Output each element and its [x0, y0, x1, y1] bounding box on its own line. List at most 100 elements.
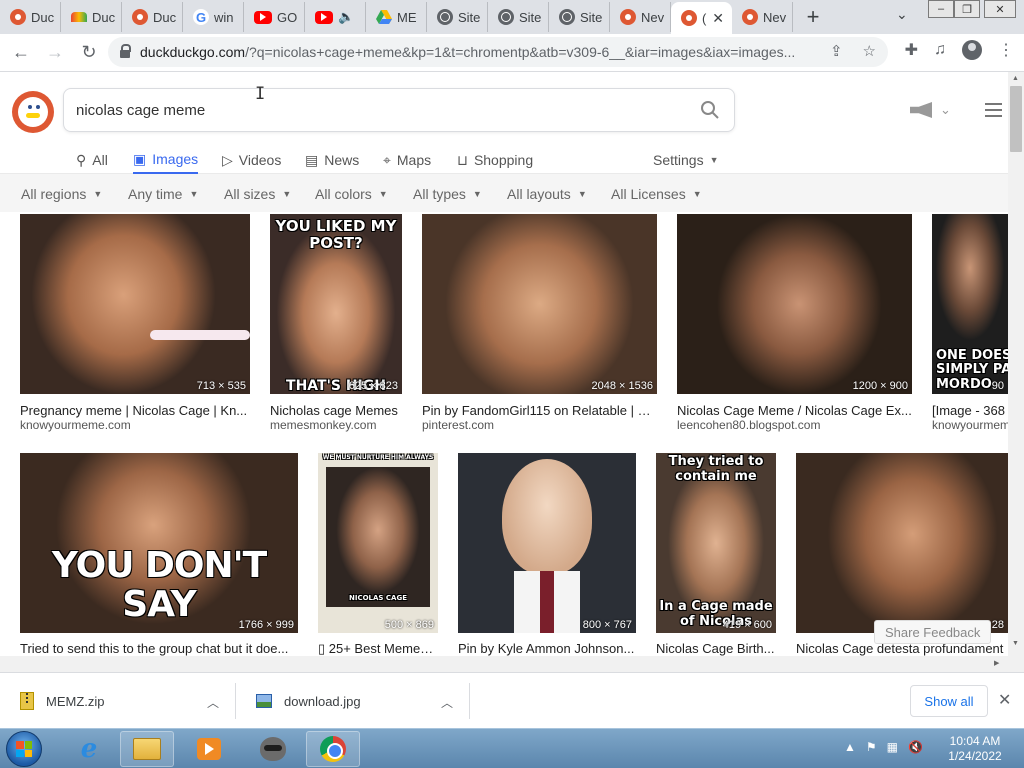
reload-button[interactable]: ↻ [72, 36, 106, 70]
tab-images[interactable]: ▣ Images [133, 146, 199, 174]
browser-tab[interactable]: Site [488, 2, 549, 32]
filter-color[interactable]: All colors ▼ [315, 186, 388, 202]
media-control-icon[interactable]: ♫ [934, 41, 946, 59]
browser-tab[interactable]: Site [549, 2, 610, 32]
action-center-flag-icon[interactable]: ⚑ [866, 740, 877, 754]
browser-tab[interactable]: Gwin [183, 2, 244, 32]
tab-maps[interactable]: ⌖ Maps [383, 146, 431, 174]
image-result[interactable]: 800 × 767 Pin by Kyle Ammon Johnson... [458, 453, 636, 656]
image-result[interactable]: YOU DON'T SAY 1766 × 999 Tried to send t… [20, 453, 298, 656]
filter-license[interactable]: All Licenses ▼ [611, 186, 702, 202]
result-thumbnail[interactable]: They tried to contain me In a Cage made … [656, 453, 776, 633]
download-item[interactable]: download.jpg ︿ [236, 683, 470, 719]
download-item[interactable]: MEMZ.zip ︿ [0, 683, 236, 719]
result-thumbnail[interactable]: WE MUST NURTURE HIM ALWAYS NICOLAS CAGE … [318, 453, 438, 633]
browser-tab[interactable]: Site [427, 2, 488, 32]
youtube-icon [315, 10, 333, 24]
result-thumbnail[interactable]: 2048 × 1536 [422, 214, 657, 394]
bookmark-star-icon[interactable]: ☆ [863, 42, 876, 60]
search-icon[interactable] [700, 100, 720, 120]
tab-strip: Duc Duc Duc Gwin GO 🔈 ME Site Site Site … [0, 0, 1024, 34]
scroll-up-arrow-icon[interactable]: ▲ [1012, 75, 1019, 82]
filter-size[interactable]: All sizes ▼ [224, 186, 291, 202]
internet-explorer-icon[interactable]: e [62, 731, 116, 767]
address-bar[interactable]: duckduckgo.com/?q=nicolas+cage+meme&kp=1… [108, 37, 888, 67]
result-thumbnail[interactable]: 1200 × 900 [677, 214, 912, 394]
horizontal-scrollbar[interactable]: ▶ [0, 656, 1008, 672]
scroll-right-arrow-icon[interactable]: ▶ [994, 659, 999, 667]
start-button[interactable] [6, 731, 42, 767]
chevron-up-icon[interactable]: ︿ [207, 694, 219, 711]
image-result[interactable]: 2048 × 1536 Pin by FandomGirl115 on Rela… [422, 214, 657, 434]
scroll-down-arrow-icon[interactable]: ▼ [1012, 640, 1019, 647]
image-result[interactable]: YOU LIKED MY POST? THAT'S HIGH 625 × 823… [270, 214, 402, 434]
close-window-button[interactable]: ✕ [984, 0, 1016, 18]
back-button[interactable]: ← [4, 36, 38, 70]
minimize-button[interactable]: – [928, 0, 954, 18]
chevron-down-icon[interactable]: ⌄ [940, 102, 951, 118]
tab-search-chevron-icon[interactable]: ⌄ [896, 6, 908, 23]
image-result[interactable]: They tried to contain me In a Cage made … [656, 453, 776, 656]
new-tab-button[interactable]: + [793, 2, 833, 32]
volume-muted-icon[interactable]: 🔇 [908, 740, 923, 754]
browser-tab[interactable]: Duc [61, 2, 122, 32]
file-explorer-icon[interactable] [120, 731, 174, 767]
download-bar: MEMZ.zip ︿ download.jpg ︿ Show all ✕ [0, 672, 1024, 728]
browser-tab[interactable]: Nev [610, 2, 671, 32]
result-thumbnail[interactable]: YOU DON'T SAY 1766 × 999 [20, 453, 298, 633]
media-player-icon[interactable] [182, 731, 236, 767]
filter-type[interactable]: All types ▼ [413, 186, 482, 202]
network-icon[interactable]: ▦ [887, 740, 898, 754]
raccoon-app-icon[interactable] [246, 731, 300, 767]
browser-tab[interactable]: ME [366, 2, 427, 32]
tab-shopping[interactable]: ⊔ Shopping [457, 146, 533, 174]
chevron-up-icon[interactable]: ︿ [441, 694, 453, 711]
tab-videos[interactable]: ▷ Videos [222, 146, 281, 174]
filter-region[interactable]: All regions ▼ [21, 186, 102, 202]
caret-down-icon: ▼ [577, 189, 587, 199]
close-icon[interactable]: ✕ [998, 690, 1011, 710]
duckduckgo-icon [681, 10, 697, 26]
result-thumbnail[interactable]: YOU LIKED MY POST? THAT'S HIGH 625 × 823 [270, 214, 402, 394]
result-thumbnail[interactable]: ONE DOES N SIMPLY PAY IN MORDO 90 [932, 214, 1008, 394]
search-input[interactable]: nicolas cage meme [63, 88, 735, 132]
result-thumbnail[interactable]: 28 [796, 453, 1008, 633]
image-result[interactable]: WE MUST NURTURE HIM ALWAYS NICOLAS CAGE … [318, 453, 438, 656]
tab-all[interactable]: ⚲ All [76, 146, 108, 174]
browser-tab[interactable]: GO [244, 2, 305, 32]
settings-dropdown[interactable]: Settings ▼ [653, 146, 719, 174]
browser-tab[interactable]: Duc [122, 2, 183, 32]
duckduckgo-logo[interactable] [12, 91, 54, 133]
close-icon[interactable]: ✕ [712, 10, 724, 27]
system-clock[interactable]: 10:04 AM 1/24/2022 [940, 734, 1010, 764]
url-text[interactable]: duckduckgo.com/?q=nicolas+cage+meme&kp=1… [140, 44, 820, 60]
restore-button[interactable]: ❐ [954, 0, 980, 18]
image-result[interactable]: ONE DOES N SIMPLY PAY IN MORDO 90 [Image… [932, 214, 1008, 434]
hamburger-menu-icon[interactable] [985, 103, 1002, 117]
tab-news[interactable]: ▤ News [305, 146, 359, 174]
show-hidden-icons-arrow-icon[interactable]: ▲ [844, 740, 856, 754]
image-result[interactable]: 1200 × 900 Nicolas Cage Meme / Nicolas C… [677, 214, 912, 434]
extensions-icon[interactable]: ✚ [905, 40, 918, 60]
image-result[interactable]: 713 × 535 Pregnancy meme | Nicolas Cage … [20, 214, 250, 434]
scrollbar-thumb[interactable] [1010, 86, 1022, 152]
profile-avatar-icon[interactable] [962, 40, 982, 60]
browser-tab[interactable]: 🔈 [305, 2, 366, 32]
browser-tab-active[interactable]: (✕ [671, 2, 732, 34]
browser-tab[interactable]: Duc [0, 2, 61, 32]
forward-button[interactable]: → [38, 36, 72, 70]
vertical-scrollbar[interactable]: ▲ ▼ [1008, 72, 1024, 672]
news-icon: ▤ [305, 151, 319, 168]
share-feedback-button[interactable]: Share Feedback [874, 620, 992, 644]
menu-kebab-icon[interactable]: ⋮ [998, 40, 1014, 60]
filter-layout[interactable]: All layouts ▼ [507, 186, 587, 202]
browser-tab[interactable]: Nev [732, 2, 793, 32]
megaphone-icon[interactable] [910, 102, 932, 118]
filter-time[interactable]: Any time ▼ [128, 186, 198, 202]
result-thumbnail[interactable]: 800 × 767 [458, 453, 636, 633]
show-all-button[interactable]: Show all [910, 685, 988, 717]
result-thumbnail[interactable]: 713 × 535 [20, 214, 250, 394]
image-icon: ▣ [133, 150, 147, 167]
chrome-icon[interactable] [306, 731, 360, 767]
share-icon[interactable]: ⇪ [830, 42, 843, 60]
